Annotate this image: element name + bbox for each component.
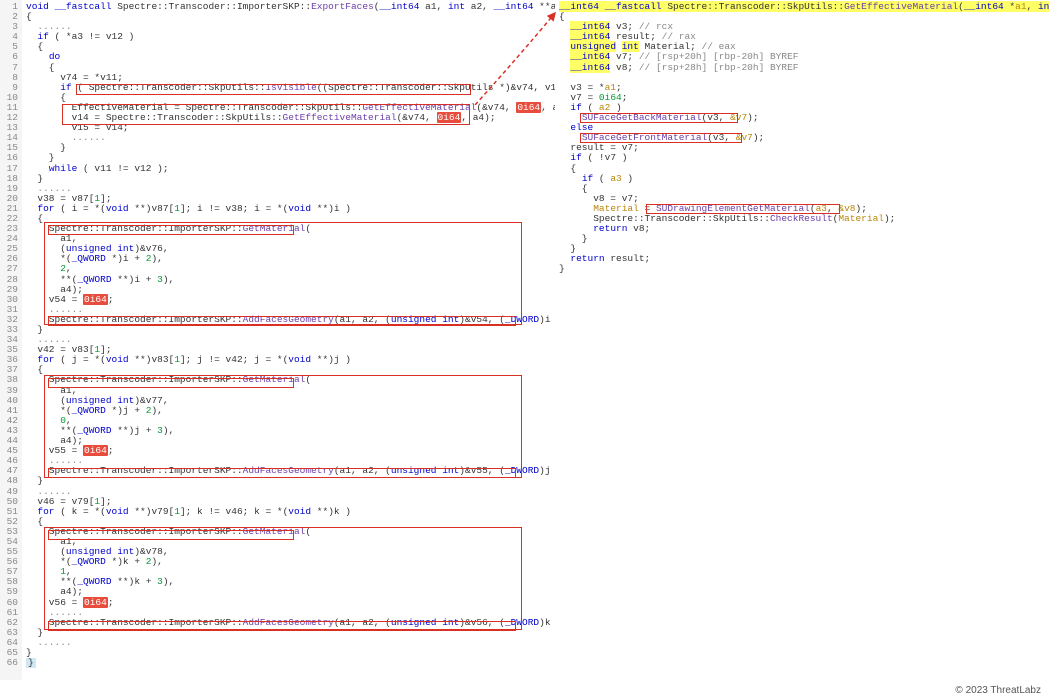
left-line-numbers: 1 2 3 4 5 6 7 8 9 10 11 12 13 14 15 16 1… (0, 0, 22, 680)
right-code-body: __int64 __fastcall Spectre::Transcoder::… (555, 0, 1049, 680)
footer-copyright: © 2023 ThreatLabz (955, 685, 1041, 696)
right-code-panel: __int64 __fastcall Spectre::Transcoder::… (555, 0, 1049, 680)
left-code-body: void __fastcall Spectre::Transcoder::Imp… (22, 0, 640, 680)
left-code-panel: 1 2 3 4 5 6 7 8 9 10 11 12 13 14 15 16 1… (0, 0, 555, 680)
code-comparison-container: 1 2 3 4 5 6 7 8 9 10 11 12 13 14 15 16 1… (0, 0, 1049, 680)
